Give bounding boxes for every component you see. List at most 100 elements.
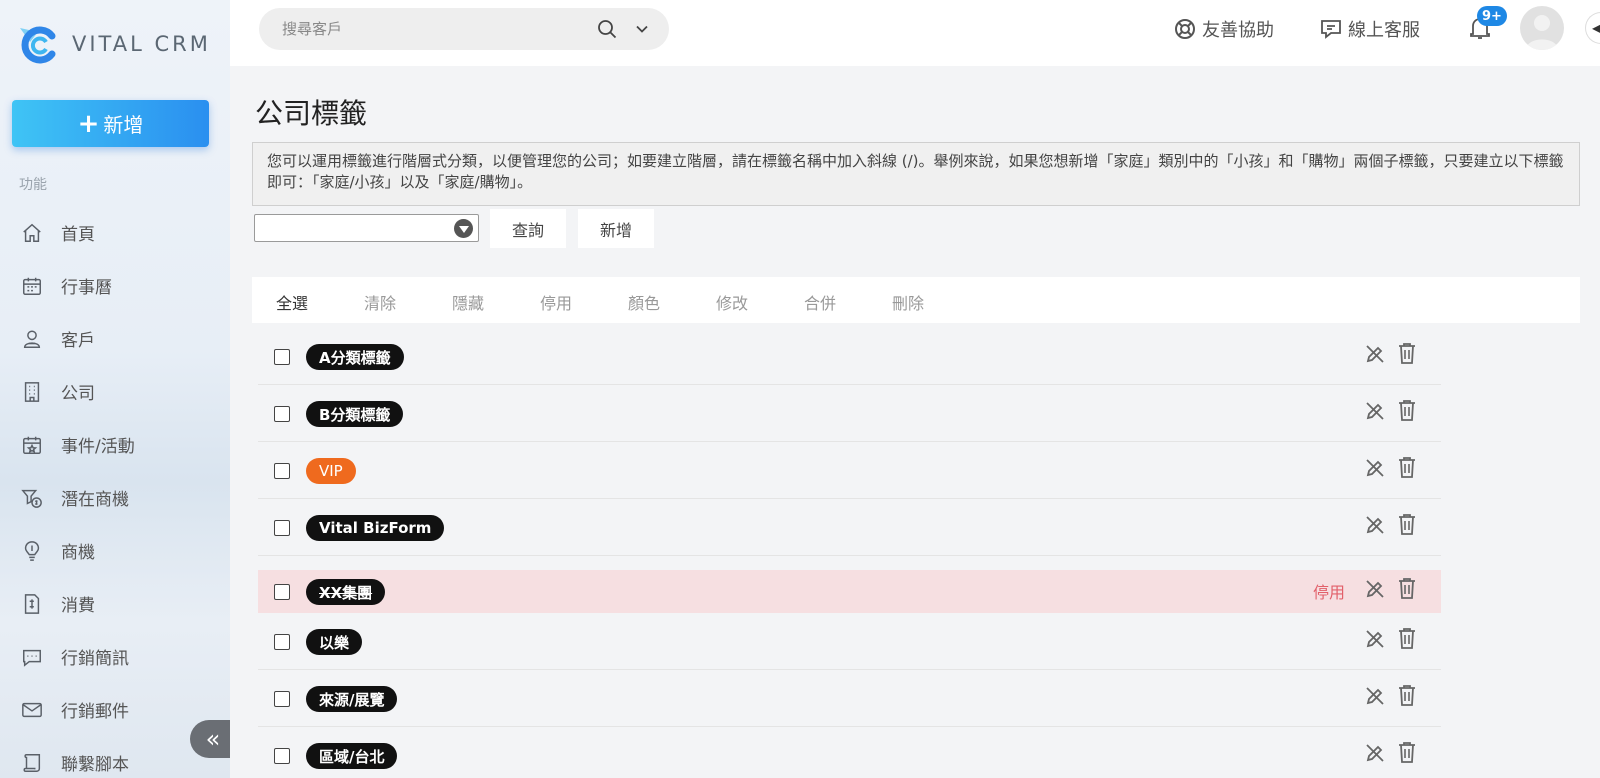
tag-label[interactable]: Vital BizForm [306,515,445,541]
edit-icon[interactable] [1365,515,1385,535]
tag-label[interactable]: VIP [306,458,356,484]
delete-action[interactable]: 刪除 [892,290,924,314]
event-icon [20,433,44,457]
row-checkbox[interactable] [274,463,290,479]
edit-icon[interactable] [1365,743,1385,763]
query-button[interactable]: 查詢 [490,209,566,248]
search-icon[interactable] [597,19,617,39]
color-action[interactable]: 顏色 [628,290,660,314]
right-panel-toggle[interactable]: ◀ [1585,12,1600,44]
select-all-action[interactable]: 全選 [276,290,308,314]
sidebar-item-label: 行銷簡訊 [61,649,129,669]
page-title: 公司標籤 [255,97,368,130]
add-tag-button[interactable]: 新增 [578,209,654,248]
mail-icon [20,698,44,722]
sidebar-item-label: 聯繫腳本 [61,755,129,775]
description-box: 您可以運用標籤進行階層式分類，以便管理您的公司；如要建立階層，請在標籤名稱中加入… [252,142,1580,206]
tag-label[interactable]: 區域/台北 [306,743,398,769]
table-row: VIP [258,442,1441,499]
collapse-sidebar-button[interactable]: « [190,720,230,758]
clear-action[interactable]: 清除 [364,290,396,314]
tag-label[interactable]: A分類標籤 [306,344,404,370]
tag-label[interactable]: B分類標籤 [306,401,404,427]
edit-icon[interactable] [1365,458,1385,478]
sidebar-item-consumption[interactable]: 消費 [0,577,230,630]
sidebar-item-label: 首頁 [61,225,95,245]
customer-icon [20,327,44,351]
sidebar-item-label: 商機 [61,543,95,563]
trash-icon[interactable] [1397,577,1417,599]
sidebar-add-button[interactable]: + 新增 [12,100,209,147]
trash-icon[interactable] [1397,399,1417,421]
support-label: 線上客服 [1348,20,1420,41]
help-link[interactable]: 友善協助 [1174,16,1274,42]
search-bar [259,8,669,50]
trash-icon[interactable] [1397,741,1417,763]
table-row: XX集團 停用 [258,570,1441,613]
table-row: 以樂 [258,613,1441,670]
trash-icon[interactable] [1397,684,1417,706]
sidebar-item-events[interactable]: 事件/活動 [0,418,230,471]
tag-label[interactable]: 以樂 [306,629,363,655]
support-link[interactable]: 線上客服 [1320,16,1420,42]
sidebar-item-label: 公司 [61,384,95,404]
search-input[interactable] [282,20,582,38]
action-toolbar: 全選 清除 隱藏 停用 顏色 修改 合併 刪除 [252,277,1580,323]
row-checkbox[interactable] [274,349,290,365]
row-checkbox[interactable] [274,691,290,707]
sidebar: VITAL CRM + 新增 功能 首頁 行事曆 客戶 公司 事件/活動 潛在商… [0,0,230,778]
sidebar-item-label: 消費 [61,596,95,616]
tag-list: A分類標籤 B分類標籤 VIP Vital BizForm XX集團 停用以樂來源/展覽區… [258,328,1441,778]
sidebar-item-label: 潛在商機 [61,490,129,510]
receipt-icon [20,592,44,616]
edit-icon[interactable] [1365,686,1385,706]
sidebar-add-label: 新增 [103,113,144,137]
brand-name: VITAL CRM [72,32,211,56]
merge-action[interactable]: 合併 [804,290,836,314]
table-row: Vital BizForm [258,499,1441,556]
edit-icon[interactable] [1365,344,1385,364]
edit-icon[interactable] [1365,629,1385,649]
sms-icon [20,645,44,669]
trash-icon[interactable] [1397,456,1417,478]
tag-label[interactable]: XX集團 [306,579,386,605]
trash-icon[interactable] [1397,513,1417,535]
edit-icon[interactable] [1365,401,1385,421]
row-checkbox[interactable] [274,406,290,422]
row-checkbox[interactable] [274,634,290,650]
edit-icon[interactable] [1365,579,1385,599]
edit-action[interactable]: 修改 [716,290,748,314]
sidebar-item-leads[interactable]: 潛在商機 [0,471,230,524]
sidebar-item-home[interactable]: 首頁 [0,206,230,259]
sidebar-item-calendar[interactable]: 行事曆 [0,259,230,312]
lifebuoy-icon [1175,19,1195,39]
plus-icon: + [77,108,100,139]
sidebar-item-sms[interactable]: 行銷簡訊 [0,630,230,683]
chat-support-icon [1321,20,1341,39]
sidebar-item-opportunities[interactable]: 商機 [0,524,230,577]
chevron-down-icon[interactable] [634,21,650,37]
row-checkbox[interactable] [274,584,290,600]
sidebar-item-company[interactable]: 公司 [0,365,230,418]
row-checkbox[interactable] [274,520,290,536]
table-row: 區域/台北 [258,727,1441,778]
help-label: 友善協助 [1202,20,1274,41]
sidebar-item-label: 行銷郵件 [61,702,129,722]
sidebar-item-label: 事件/活動 [61,437,135,457]
dropdown-arrow-icon[interactable] [454,219,473,238]
app-logo[interactable]: VITAL CRM [16,22,211,66]
status-badge: 停用 [1313,583,1346,602]
trash-icon[interactable] [1397,627,1417,649]
row-checkbox[interactable] [274,748,290,764]
lead-icon [20,486,44,510]
building-icon [20,380,44,404]
sidebar-item-customers[interactable]: 客戶 [0,312,230,365]
tag-label[interactable]: 來源/展覽 [306,686,398,712]
hide-action[interactable]: 隱藏 [452,290,484,314]
tag-filter-select[interactable] [254,214,479,242]
avatar[interactable] [1520,6,1564,50]
table-row: A分類標籤 [258,328,1441,385]
sidebar-nav: 首頁 行事曆 客戶 公司 事件/活動 潛在商機 商機 消費 行銷簡訊 行銷郵件 … [0,206,230,778]
trash-icon[interactable] [1397,342,1417,364]
disable-action[interactable]: 停用 [540,290,572,314]
